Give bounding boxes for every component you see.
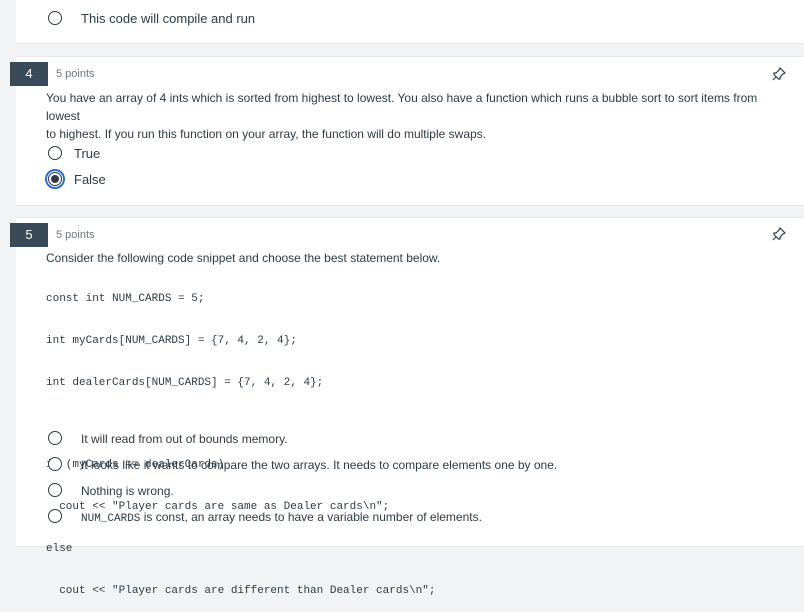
question-number: 5 [10, 223, 48, 247]
code-line: int myCards[NUM_CARDS] = {7, 4, 2, 4}; [46, 335, 297, 347]
code-line: int dealerCards[NUM_CARDS] = {7, 4, 2, 4… [46, 377, 324, 389]
question-text-line: to highest. If you run this function on … [46, 127, 487, 141]
option-label-rest: is const, an array needs to have a varia… [140, 510, 482, 524]
radio-dot [51, 175, 59, 183]
radio-option-1[interactable] [48, 431, 62, 445]
option-label: This code will compile and run [81, 11, 256, 26]
question-text: You have an array of 4 ints which is sor… [46, 89, 791, 143]
question-prompt: Consider the following code snippet and … [46, 251, 441, 265]
pin-icon[interactable] [772, 67, 786, 81]
pin-icon[interactable] [772, 227, 786, 241]
question-points: 5 points [56, 68, 95, 80]
radio-false-selected[interactable] [45, 169, 65, 189]
question-card-3: This code will compile and run [16, 0, 804, 44]
radio-option-2[interactable] [48, 457, 62, 471]
radio-true[interactable] [48, 146, 62, 160]
question-number: 4 [10, 62, 48, 86]
option-label: It will read from out of bounds memory. [81, 432, 288, 446]
code-line: const int NUM_CARDS = 5; [46, 293, 205, 305]
code-line: cout << "Player cards are different than… [46, 585, 436, 597]
radio-option-4[interactable] [48, 509, 62, 523]
option-label: NUM_CARDS is const, an array needs to ha… [81, 510, 482, 525]
code-inline: NUM_CARDS [81, 513, 141, 525]
radio-ring [48, 172, 62, 186]
option-label-false: False [74, 172, 106, 187]
question-text-line: You have an array of 4 ints which is sor… [46, 91, 758, 123]
radio-option-3[interactable] [48, 483, 62, 497]
radio-compile-and-run[interactable] [48, 11, 62, 25]
option-label-true: True [74, 146, 101, 161]
code-line: else [46, 543, 73, 555]
option-label: It looks like it wants to compare the tw… [81, 458, 558, 472]
question-points: 5 points [56, 229, 95, 241]
option-label: Nothing is wrong. [81, 484, 174, 498]
